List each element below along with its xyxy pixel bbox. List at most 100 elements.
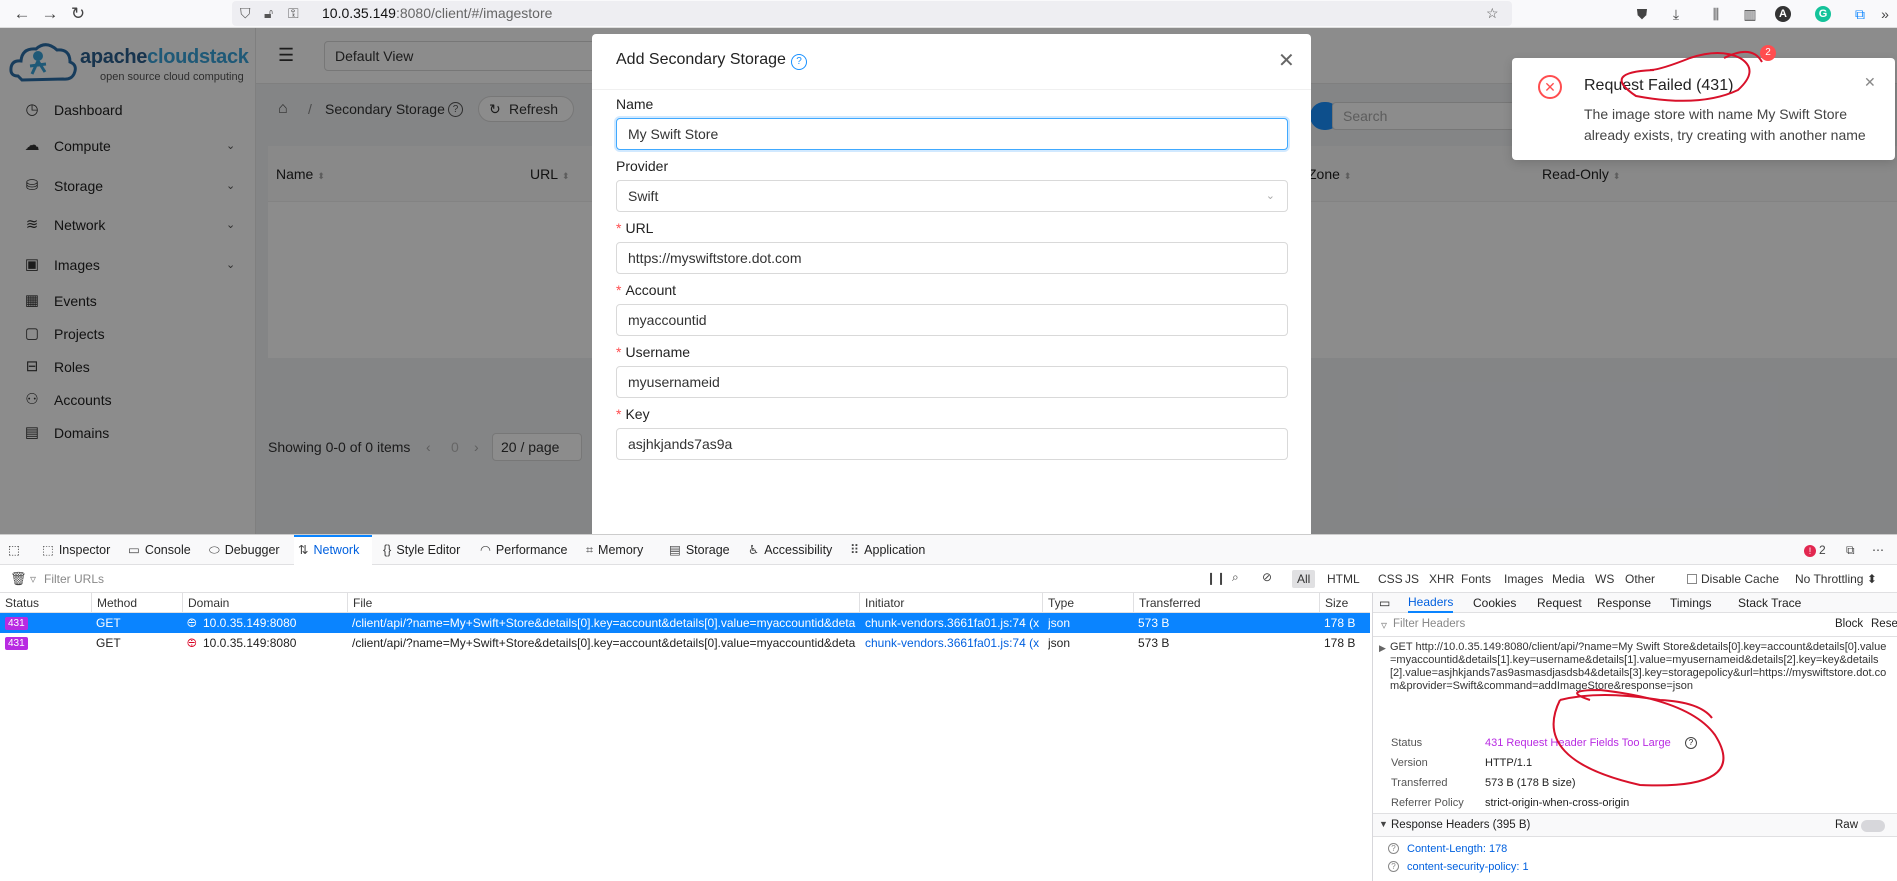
reload-icon[interactable]: ↻ — [66, 2, 90, 26]
url-field[interactable]: https://myswiftstore.dot.com — [616, 242, 1288, 274]
tab-style-editor[interactable]: {} Style Editor — [383, 535, 460, 565]
tab-timings[interactable]: Timings — [1670, 593, 1712, 613]
block-icon[interactable]: ⊘ — [1262, 570, 1272, 584]
tab-memory[interactable]: ⌗ Memory — [586, 535, 643, 565]
close-icon[interactable]: ✕ — [1864, 74, 1876, 91]
debugger-icon: ⬭ — [209, 543, 220, 557]
col-size[interactable]: Size — [1319, 593, 1348, 613]
status-label: Status — [1391, 737, 1423, 749]
referrer-value: strict-origin-when-cross-origin — [1485, 797, 1630, 809]
question-icon[interactable]: ? — [1685, 737, 1697, 749]
col-method[interactable]: Method — [91, 593, 137, 613]
request-row[interactable]: 431 GET ⨸ 10.0.35.149:8080 /client/api/?… — [0, 613, 1370, 633]
col-type[interactable]: Type — [1042, 593, 1074, 613]
tab-request[interactable]: Request — [1537, 593, 1582, 613]
col-initiator[interactable]: Initiator — [859, 593, 904, 613]
devtools-toolbar: ⬚ ⬚ Inspector ▭ Console ⬭ Debugger ⇅ Network… — [0, 535, 1897, 565]
filter-html[interactable]: HTML — [1322, 570, 1365, 588]
tab-console[interactable]: ▭ Console — [128, 535, 191, 565]
inspector-icon: ⬚ — [42, 543, 54, 557]
method-cell: GET — [96, 636, 121, 650]
tab-debugger[interactable]: ⬭ Debugger — [209, 535, 280, 565]
overflow-menu-icon[interactable]: » — [1875, 4, 1895, 24]
download-icon[interactable]: ⤓ — [1666, 4, 1686, 24]
col-transferred[interactable]: Transferred — [1133, 593, 1201, 613]
question-icon[interactable]: ? — [1388, 861, 1399, 872]
tab-accessibility[interactable]: ♿︎ Accessibility — [748, 535, 832, 565]
col-status[interactable]: Status — [0, 593, 39, 613]
filter-fonts[interactable]: Fonts — [1456, 570, 1496, 588]
grammarly-icon[interactable]: G — [1815, 6, 1831, 22]
question-icon[interactable]: ? — [1388, 843, 1399, 854]
initiator-cell[interactable]: chunk-vendors.3661fa01.js:74 (x... — [865, 633, 1040, 653]
lock-slash-icon[interactable]: 🔓︎ — [264, 1, 273, 26]
forward-arrow-icon[interactable]: → — [38, 2, 62, 26]
url-text[interactable]: 10.0.35.149:8080/client/#/imagestore — [322, 1, 552, 26]
key-icon[interactable]: ⚿ — [288, 1, 299, 26]
dock-icon[interactable]: ⧉ — [1846, 535, 1855, 565]
address-bar[interactable]: ⛉ 🔓︎ ⚿ 10.0.35.149:8080/client/#/imagest… — [232, 1, 1512, 26]
account-avatar-icon[interactable]: A — [1775, 6, 1791, 22]
disable-cache-checkbox[interactable]: Disable Cache — [1682, 570, 1784, 588]
tab-network[interactable]: ⇅ Network — [294, 535, 372, 565]
resend-button[interactable]: Resen — [1871, 618, 1897, 630]
tab-cookies[interactable]: Cookies — [1473, 593, 1516, 613]
request-row[interactable]: 431 GET ⨸ 10.0.35.149:8080 /client/api/?… — [0, 633, 1370, 653]
filter-icon: ▿ — [1381, 618, 1388, 632]
provider-select[interactable]: Swift ⌄ — [616, 180, 1288, 212]
back-arrow-icon[interactable]: ← — [10, 2, 34, 26]
gauge-icon: ◠ — [480, 543, 491, 557]
name-field[interactable]: My Swift Store — [616, 118, 1288, 150]
library-icon[interactable]: ⫼ — [1706, 4, 1726, 24]
extension-icon[interactable]: ⧉ — [1850, 4, 1870, 24]
filter-media[interactable]: Media — [1547, 570, 1590, 588]
col-domain[interactable]: Domain — [182, 593, 229, 613]
throttling-select[interactable]: No Throttling ⬍ — [1790, 570, 1882, 588]
raw-toggle[interactable] — [1861, 820, 1885, 832]
tab-stack-trace[interactable]: Stack Trace — [1738, 593, 1801, 613]
status-value: 431 Request Header Fields Too Large — [1485, 737, 1671, 749]
filter-all[interactable]: All — [1292, 570, 1316, 588]
tab-performance[interactable]: ◠ Performance — [480, 535, 567, 565]
initiator-cell[interactable]: chunk-vendors.3661fa01.js:74 (x... — [865, 613, 1040, 633]
tab-application[interactable]: ⠿ Application — [850, 535, 925, 565]
expand-arrow-icon[interactable]: ▶ — [1379, 643, 1386, 654]
tab-response[interactable]: Response — [1597, 593, 1651, 613]
insecure-lock-icon: ⨸ — [187, 616, 197, 630]
pocket-icon[interactable]: ⛊ — [1632, 4, 1652, 24]
sidebar-icon[interactable]: ▥ — [1740, 4, 1760, 24]
error-count[interactable]: ! 2 — [1804, 535, 1826, 565]
tab-storage[interactable]: ▤ Storage — [669, 535, 730, 565]
username-field[interactable]: myusernameid — [616, 366, 1288, 398]
pick-element-icon[interactable]: ⬚ — [8, 535, 20, 565]
trash-icon[interactable]: 🗑︎ — [10, 571, 27, 587]
block-button[interactable]: Block — [1835, 618, 1863, 630]
shield-icon[interactable]: ⛉ — [240, 1, 251, 26]
bookmark-star-icon[interactable]: ☆ — [1486, 1, 1499, 26]
key-field[interactable]: asjhkjands7as9a — [616, 428, 1288, 460]
filter-js[interactable]: JS — [1400, 570, 1424, 588]
add-secondary-storage-modal: Add Secondary Storage ? ✕ Name My Swift … — [592, 34, 1311, 534]
filter-other[interactable]: Other — [1620, 570, 1660, 588]
col-file[interactable]: File — [347, 593, 372, 613]
account-field[interactable]: myaccountid — [616, 304, 1288, 336]
toggle-sidebar-icon[interactable]: ▭ — [1379, 593, 1390, 613]
search-icon[interactable]: ⌕ — [1232, 570, 1239, 585]
file-cell: /client/api/?name=My+Swift+Store&details… — [352, 636, 856, 650]
transferred-cell: 573 B — [1138, 636, 1170, 650]
filter-headers-input[interactable]: Filter Headers — [1393, 618, 1465, 630]
tab-inspector[interactable]: ⬚ Inspector — [42, 535, 110, 565]
braces-icon: {} — [383, 543, 392, 557]
filter-ws[interactable]: WS — [1590, 570, 1619, 588]
filter-urls-input[interactable]: Filter URLs — [44, 565, 104, 593]
close-icon[interactable]: ✕ — [1278, 48, 1295, 73]
response-headers-section[interactable]: ▼ Response Headers (395 B) Raw — [1373, 813, 1897, 837]
filter-xhr[interactable]: XHR — [1424, 570, 1459, 588]
question-circle-icon[interactable]: ? — [791, 54, 807, 70]
filter-images[interactable]: Images — [1499, 570, 1548, 588]
more-options-icon[interactable]: ⋯ — [1872, 535, 1884, 565]
filter-headers-bar: ▿ Filter Headers Block Resen — [1373, 613, 1897, 637]
tab-headers[interactable]: Headers — [1408, 593, 1454, 613]
pause-icon[interactable]: ❙❙ — [1206, 571, 1226, 585]
notification-count-badge: 2 — [1760, 45, 1776, 61]
